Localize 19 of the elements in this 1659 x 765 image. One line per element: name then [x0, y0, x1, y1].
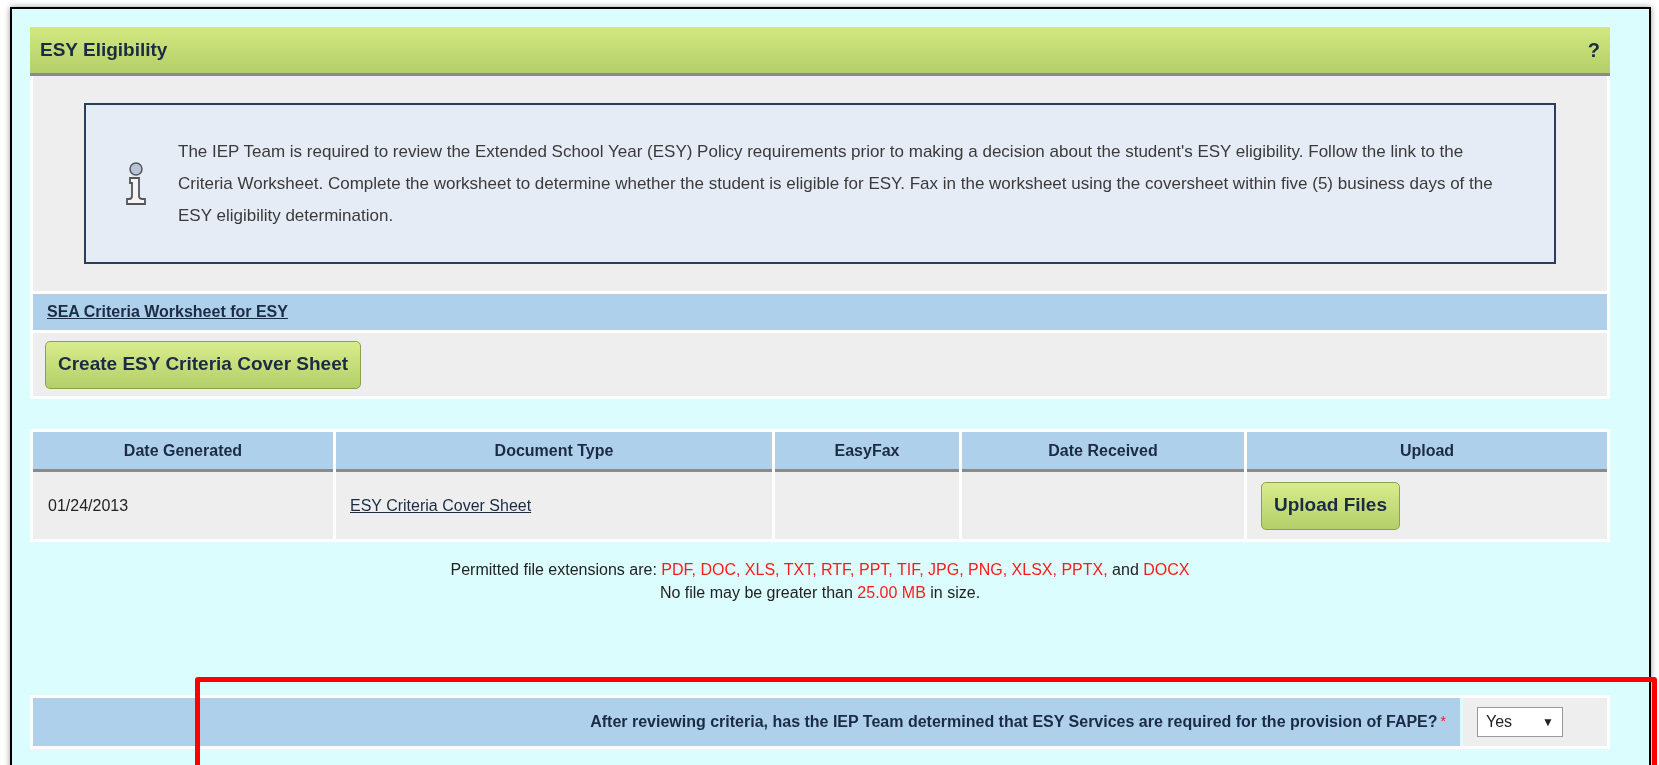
- document-link[interactable]: ESY Criteria Cover Sheet: [350, 493, 532, 518]
- column-header: Document Type: [336, 432, 772, 472]
- file-rule-note: Permitted file extensions are: PDF, DOC, XLS, TXT, RTF, PPT, TIF, JPG, PNG, XLSX, PPTX, and DOCX: [450, 560, 1190, 580]
- create-cover-sheet-button[interactable]: Create ESY Criteria Cover Sheet: [45, 340, 362, 389]
- panel-title: ESY Eligibility: [40, 37, 168, 62]
- upload-files-button[interactable]: Upload Files: [1261, 481, 1400, 530]
- column-header: Upload: [1247, 432, 1607, 472]
- column-header: Date Generated: [33, 432, 333, 472]
- worksheet-link[interactable]: SEA Criteria Worksheet for ESY: [47, 300, 288, 324]
- required-mark: *: [1440, 712, 1446, 731]
- answer-dropdown[interactable]: Yes ▼: [1477, 707, 1563, 737]
- question-label: After reviewing criteria, has the IEP Team determined that ESY Services are required for the provision of FAPE?: [590, 712, 1438, 732]
- info-icon: [124, 161, 148, 206]
- help-link[interactable]: ?: [1587, 35, 1600, 65]
- table-cell: 01/24/2013: [33, 472, 333, 539]
- column-header: EasyFax: [775, 432, 959, 472]
- file-rule-note: No file may be greater than 25.00 MB in size.: [659, 583, 981, 603]
- info-text: The IEP Team is required to review the Extended School Year (ESY) Policy requirements prior to making a decision about the student's ESY eligibility. Follow the link to the Criteria Worksheet. Complete the worksheet to determine whether the student is eligible for ESY. Fax in the worksheet using the coversheet within five (5) business days of the ESY eligibility determination.: [178, 140, 1494, 227]
- column-header: Date Received: [962, 432, 1244, 472]
